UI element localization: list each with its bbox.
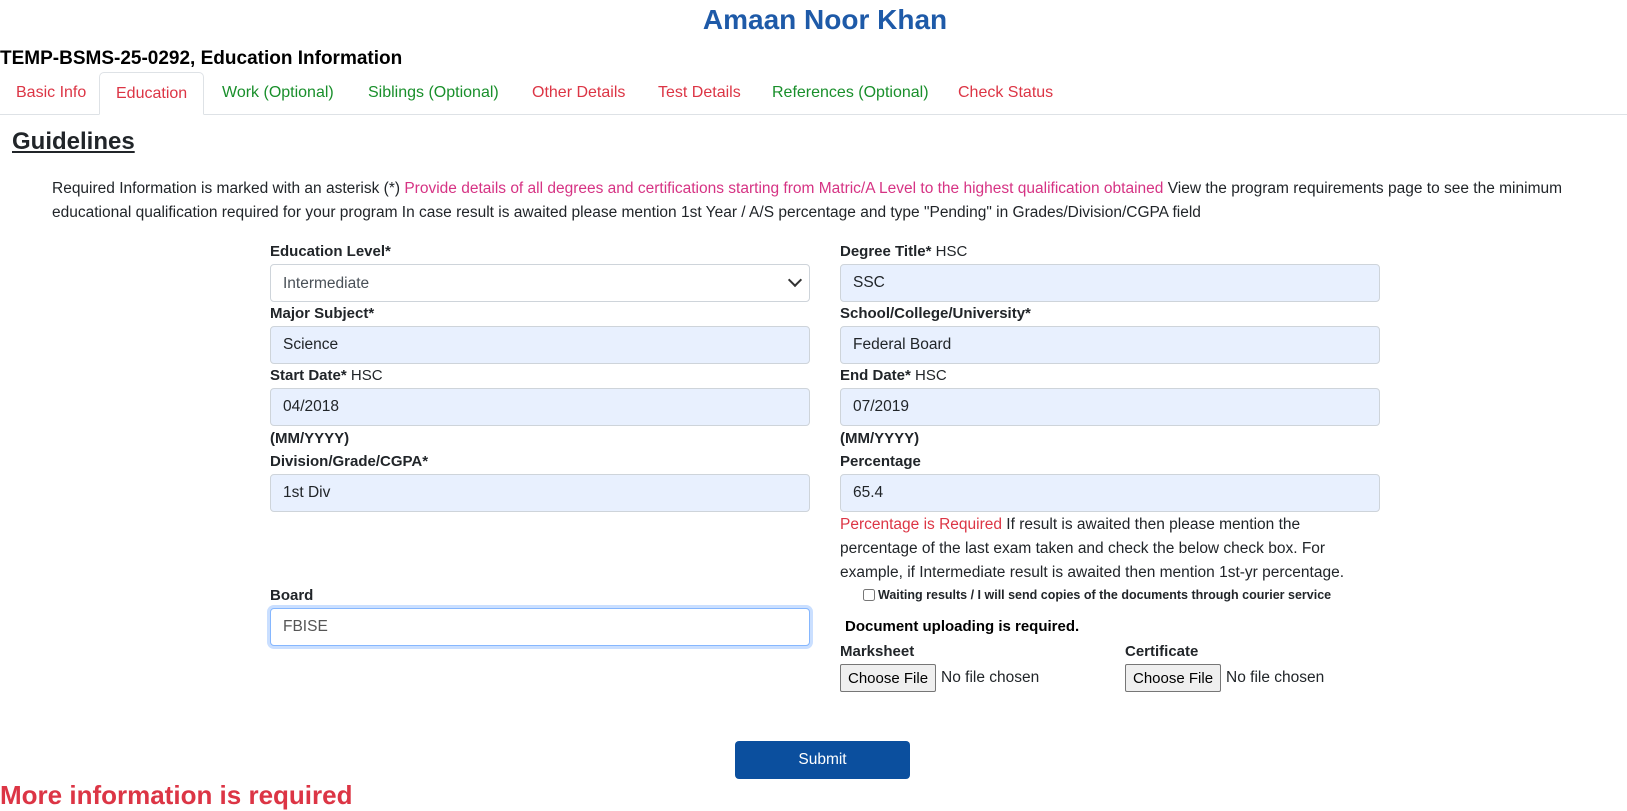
degree-title-label: Degree Title* HSC [840, 243, 967, 260]
end-date-label-text: End Date* [840, 367, 911, 384]
major-subject-label: Major Subject* [270, 305, 375, 322]
division-label: Division/Grade/CGPA* [270, 453, 429, 470]
start-date-format: (MM/YYYY) [270, 430, 350, 447]
percentage-error: Percentage is Required [840, 516, 1002, 533]
degree-title-label-text: Degree Title* [840, 243, 932, 260]
end-date-hint: HSC [910, 367, 947, 384]
marksheet-label: Marksheet [840, 643, 915, 660]
guidelines-heading: Guidelines [12, 128, 135, 155]
school-input[interactable] [840, 326, 1380, 364]
marksheet-file-status: No file chosen [941, 669, 1040, 686]
waiting-results-label: Waiting results / I will send copies of … [878, 588, 1332, 602]
board-input[interactable] [270, 608, 810, 646]
applicant-name: Amaan Noor Khan [702, 4, 948, 35]
application-title: TEMP-BSMS-25-0292, Education Information [0, 48, 403, 69]
tab-education[interactable]: Education [99, 72, 205, 115]
major-subject-input[interactable] [270, 326, 810, 364]
end-date-label: End Date* HSC [840, 367, 947, 384]
guidelines-text: Required Information is marked with an a… [52, 177, 1627, 225]
tab-test-details[interactable]: Test Details [642, 72, 757, 114]
percentage-input[interactable] [840, 474, 1380, 512]
tab-check-status[interactable]: Check Status [942, 72, 1069, 114]
end-date-format: (MM/YYYY) [840, 430, 920, 447]
start-date-label-text: Start Date* [270, 367, 347, 384]
tab-other-details[interactable]: Other Details [516, 72, 641, 114]
certificate-file-status: No file chosen [1226, 669, 1325, 686]
degree-title-hint: HSC [931, 243, 968, 260]
tab-basic-info[interactable]: Basic Info [0, 72, 102, 114]
education-level-select[interactable]: Intermediate [270, 264, 810, 302]
school-label: School/College/University* [840, 305, 1031, 322]
certificate-file-input: Choose File No file chosen [1125, 664, 1324, 692]
marksheet-choose-file-button[interactable]: Choose File [840, 664, 937, 692]
tab-references[interactable]: References (Optional) [756, 72, 945, 114]
education-level-wrapper: Intermediate [270, 264, 810, 302]
start-date-input[interactable] [270, 388, 810, 426]
board-label: Board [270, 587, 314, 604]
tab-work[interactable]: Work (Optional) [206, 72, 350, 114]
start-date-label: Start Date* HSC [270, 367, 383, 384]
waiting-results-checkbox[interactable] [863, 589, 875, 601]
division-input[interactable] [270, 474, 810, 512]
percentage-note: Percentage is Required If result is awai… [840, 513, 1360, 585]
guidelines-intro: Required Information is marked with an a… [52, 180, 405, 197]
percentage-label: Percentage [840, 453, 921, 470]
tab-bar: Basic Info Education Work (Optional) Sib… [0, 72, 1627, 115]
guidelines-highlight: Provide details of all degrees and certi… [404, 180, 1164, 197]
marksheet-file-input: Choose File No file chosen [840, 664, 1039, 692]
tab-siblings[interactable]: Siblings (Optional) [352, 72, 515, 114]
start-date-hint: HSC [346, 367, 383, 384]
end-date-input[interactable] [840, 388, 1380, 426]
submit-button[interactable]: Submit [735, 741, 910, 779]
degree-title-input[interactable] [840, 264, 1380, 302]
document-required-text: Document uploading is required. [845, 618, 1080, 635]
certificate-label: Certificate [1125, 643, 1199, 660]
certificate-choose-file-button[interactable]: Choose File [1125, 664, 1222, 692]
education-level-label: Education Level* [270, 243, 391, 260]
waiting-results-row[interactable]: Waiting results / I will send copies of … [863, 588, 1331, 602]
